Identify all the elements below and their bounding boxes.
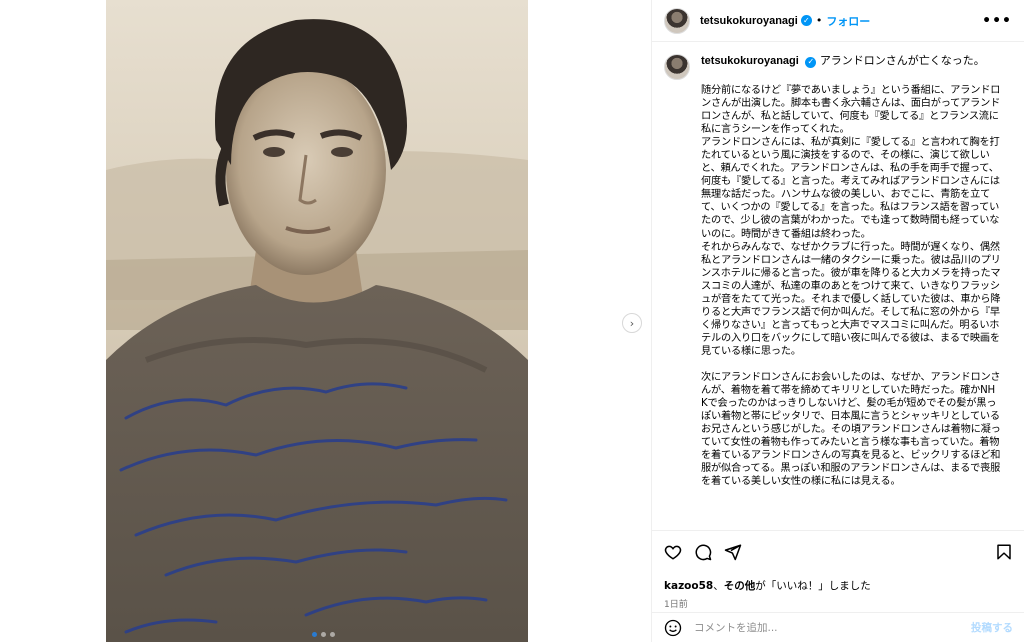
caption-paragraph: 随分前になるけど『夢であいましょう』という番組に、アランドロンさんが出演した。脚…	[701, 85, 1001, 136]
post-side-panel: tetsukokuroyanagi ✓ • フォロー ••• tetsukoku…	[651, 0, 1024, 642]
chevron-right-icon: ›	[629, 316, 635, 330]
caption-paragraph: それからみんなで、なぜかクラブに行った。時間が遅くなり、偶然私とアランドロンさん…	[701, 241, 1001, 357]
carousel-dot	[312, 632, 317, 637]
comment-icon[interactable]	[694, 543, 712, 561]
verified-icon: ✓	[800, 15, 812, 26]
post-timestamp[interactable]: 1日前	[664, 597, 1013, 610]
caption-body: 随分前になるけど『夢であいましょう』という番組に、アランドロンさんが出演した。脚…	[701, 84, 1001, 488]
share-icon[interactable]	[724, 543, 742, 561]
more-options-icon[interactable]: •••	[982, 13, 1012, 29]
separator: •	[815, 14, 823, 27]
likes-user[interactable]: kazoo58	[664, 580, 713, 592]
caption-title: アランドロンさんが亡くなった。	[819, 54, 985, 67]
bookmark-icon[interactable]	[995, 543, 1013, 561]
likes-text: kazoo58、その他が「いいね！」しました	[664, 578, 1013, 593]
likes-connector: 、	[713, 580, 724, 592]
post-header: tetsukokuroyanagi ✓ • フォロー •••	[652, 0, 1024, 42]
post-comment-button[interactable]: 投稿する	[971, 620, 1013, 635]
carousel-indicator	[312, 632, 335, 637]
caption-area[interactable]: tetsukokuroyanagi ✓ アランドロンさんが亡くなった。 随分前に…	[652, 42, 1024, 530]
caption-title-line: tetsukokuroyanagi ✓ アランドロンさんが亡くなった。	[701, 54, 1001, 68]
follow-button[interactable]: フォロー	[826, 13, 870, 29]
comment-input[interactable]	[694, 621, 971, 634]
post-photo[interactable]	[106, 0, 528, 642]
caption-avatar[interactable]	[664, 54, 690, 80]
heart-icon[interactable]	[664, 543, 682, 561]
post-actions: kazoo58、その他が「いいね！」しました 1日前	[652, 530, 1024, 610]
emoji-icon[interactable]	[664, 619, 682, 637]
action-icons	[664, 541, 1013, 563]
header-username[interactable]: tetsukokuroyanagi	[700, 15, 798, 27]
caption-content: tetsukokuroyanagi ✓ アランドロンさんが亡くなった。 随分前に…	[701, 54, 1001, 488]
comment-box: 投稿する	[652, 612, 1024, 642]
verified-icon: ✓	[805, 56, 817, 68]
post-media: ›	[0, 0, 651, 642]
next-image-button[interactable]: ›	[622, 313, 642, 333]
caption-paragraph: アランドロンさんには、私が真剣に『愛してる』と言われて胸を打たれているという風に…	[701, 137, 1000, 240]
caption: tetsukokuroyanagi ✓ アランドロンさんが亡くなった。 随分前に…	[664, 54, 1012, 488]
carousel-dot	[330, 632, 335, 637]
carousel-dot	[321, 632, 326, 637]
caption-username[interactable]: tetsukokuroyanagi	[701, 55, 799, 67]
likes-others[interactable]: その他	[724, 580, 756, 592]
avatar[interactable]	[664, 7, 690, 34]
photo-image	[106, 0, 528, 642]
likes-suffix: が「いいね！」しました	[755, 580, 871, 592]
caption-paragraph: 次にアランドロンさんにお会いしたのは、なぜか、アランドロンさんが、着物を着て帯を…	[701, 371, 1001, 488]
